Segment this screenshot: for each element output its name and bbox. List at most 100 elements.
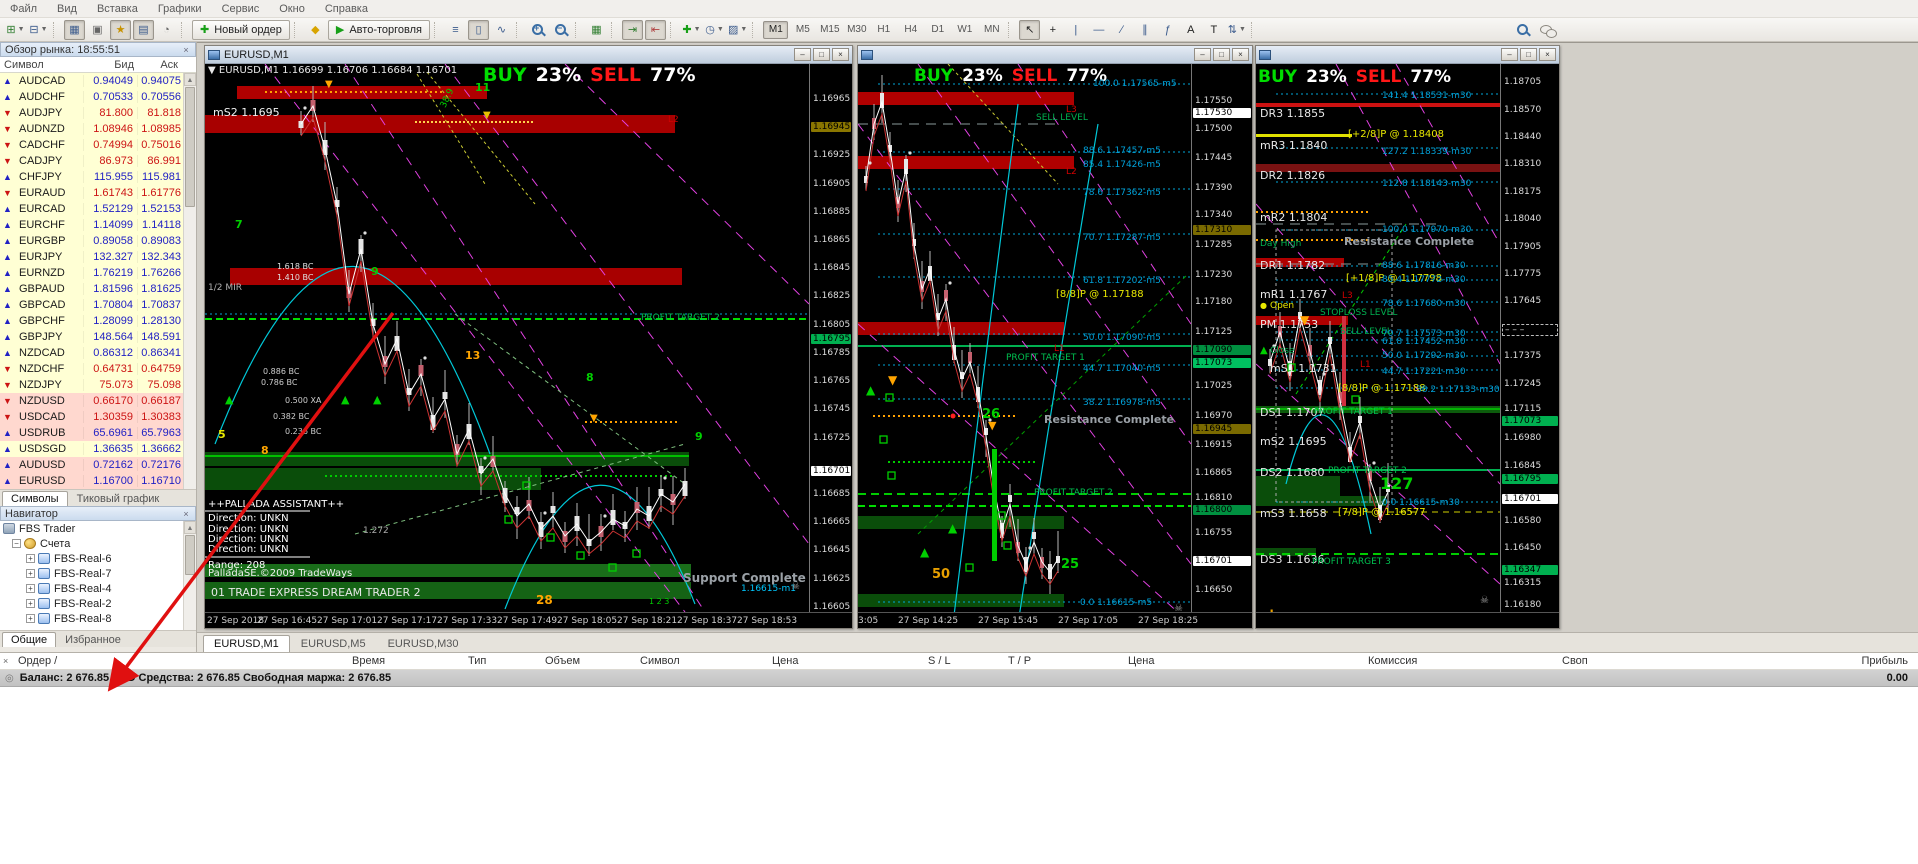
chart-plot-area[interactable]: BUY 23% SELL 77% ▼ EURUSD,M1 1.16699 1.16706…	[205, 64, 809, 612]
timeframe-H4[interactable]: H4	[898, 21, 923, 39]
auto-scroll-button[interactable]: ⇥	[621, 19, 643, 40]
close-button[interactable]: ×	[1232, 48, 1249, 61]
restore-button[interactable]: □	[1520, 48, 1537, 61]
market-watch-row-EURUSD[interactable]: EURUSD ▲ 1.16700 1.16710	[0, 473, 184, 489]
bar-chart-button[interactable]: ≡	[445, 20, 466, 40]
market-watch-row-AUDNZD[interactable]: AUDNZD ▼ 1.08946 1.08985	[0, 121, 184, 137]
market-watch-row-USDSGD[interactable]: USDSGD ▲ 1.36635 1.36662	[0, 441, 184, 457]
close-button[interactable]: ×	[832, 48, 849, 61]
timeframe-M30[interactable]: M30	[844, 21, 869, 39]
tree-item-FBS-Real-4[interactable]: + FBS-Real-4	[0, 581, 184, 596]
market-watch-row-NZDCAD[interactable]: NZDCAD ▲ 0.86312 0.86341	[0, 345, 184, 361]
close-icon[interactable]: ×	[181, 509, 191, 519]
terminal-column-9[interactable]: Цена	[1128, 655, 1154, 667]
column-bid[interactable]: Бид	[84, 59, 138, 71]
chart-window-titlebar[interactable]: – □ ×	[858, 46, 1252, 64]
timeframe-MN[interactable]: MN	[979, 21, 1004, 39]
chart-tab-EURUSD-M5[interactable]: EURUSD,M5	[290, 635, 377, 652]
timeframe-H1[interactable]: H1	[871, 21, 896, 39]
timeframe-M15[interactable]: M15	[817, 21, 842, 39]
timeframe-M5[interactable]: M5	[790, 21, 815, 39]
templates-button[interactable]: ▨ ▼	[727, 20, 748, 40]
terminal-column-4[interactable]: Объем	[545, 655, 580, 667]
tree-item-FBS-Real-2[interactable]: + FBS-Real-2	[0, 596, 184, 611]
new-chart-button[interactable]: ⊞ ▼	[5, 20, 26, 40]
expert-properties-button[interactable]: ◆	[305, 20, 326, 40]
market-watch-toggle[interactable]: ▦	[64, 19, 85, 40]
line-chart-button[interactable]: ∿	[491, 20, 512, 40]
zoom-out-button[interactable]: −	[550, 20, 571, 40]
close-icon[interactable]: ×	[181, 45, 191, 55]
tree-expander-icon[interactable]: +	[26, 569, 35, 578]
scroll-up-icon[interactable]: ▲	[184, 521, 196, 534]
menu-item-Файл[interactable]: Файл	[0, 3, 47, 15]
tile-windows-button[interactable]: ▦	[586, 20, 607, 40]
horizontal-line-button[interactable]: —	[1088, 20, 1109, 40]
terminal-column-12[interactable]: Прибыль	[1861, 655, 1908, 667]
market-watch-row-AUDJPY[interactable]: AUDJPY ▼ 81.800 81.818	[0, 105, 184, 121]
data-window-toggle[interactable]: ▣	[87, 20, 108, 40]
tab-navigator-1[interactable]: Общие	[2, 632, 57, 647]
tree-expander-icon[interactable]: +	[26, 554, 35, 563]
tree-expander-icon[interactable]: +	[26, 584, 35, 593]
label-button[interactable]: T	[1203, 20, 1224, 40]
scroll-up-icon[interactable]: ▲	[184, 73, 196, 86]
market-watch-row-CHFJPY[interactable]: CHFJPY ▲ 115.955 115.981	[0, 169, 184, 185]
market-watch-row-NZDCHF[interactable]: NZDCHF ▼ 0.64731 0.64759	[0, 361, 184, 377]
tree-expander-icon[interactable]: +	[26, 614, 35, 623]
market-watch-row-EURGBP[interactable]: EURGBP ▲ 0.89058 0.89083	[0, 233, 184, 249]
tree-expander-icon[interactable]: +	[26, 599, 35, 608]
terminal-column-8[interactable]: T / P	[1008, 655, 1031, 667]
market-watch-row-GBPCAD[interactable]: GBPCAD ▲ 1.70804 1.70837	[0, 297, 184, 313]
search-icon[interactable]	[1512, 20, 1533, 40]
tab-market-watch-1[interactable]: Символы	[2, 491, 68, 506]
profiles-button[interactable]: ⊟ ▼	[28, 20, 49, 40]
timeframe-D1[interactable]: D1	[925, 21, 950, 39]
indicators-button[interactable]: ✚ ▼	[681, 20, 702, 40]
menu-item-Окно[interactable]: Окно	[269, 3, 315, 15]
market-watch-row-NZDUSD[interactable]: NZDUSD ▼ 0.66170 0.66187	[0, 393, 184, 409]
market-watch-row-AUDCAD[interactable]: AUDCAD ▲ 0.94049 0.94075	[0, 73, 184, 89]
market-watch-row-EURCAD[interactable]: EURCAD ▲ 1.52129 1.52153	[0, 201, 184, 217]
market-watch-row-CADJPY[interactable]: CADJPY ▼ 86.973 86.991	[0, 153, 184, 169]
chart-tab-EURUSD-M1[interactable]: EURUSD,M1	[203, 635, 290, 652]
channel-button[interactable]: ∥	[1134, 20, 1155, 40]
minimize-button[interactable]: –	[794, 48, 811, 61]
tab-market-watch-2[interactable]: Тиковый график	[68, 491, 169, 506]
crosshair-button[interactable]: +	[1042, 20, 1063, 40]
column-ask[interactable]: Аск	[138, 59, 182, 71]
timeframe-M1[interactable]: M1	[763, 20, 789, 39]
market-watch-scrollbar[interactable]: ▲	[183, 73, 196, 489]
terminal-column-3[interactable]: Тип	[468, 655, 486, 667]
periods-button[interactable]: ◷ ▼	[704, 20, 725, 40]
menu-item-Графики[interactable]: Графики	[148, 3, 212, 15]
market-watch-row-EURNZD[interactable]: EURNZD ▲ 1.76219 1.76266	[0, 265, 184, 281]
chat-icon[interactable]	[1535, 20, 1557, 40]
menu-item-Вид[interactable]: Вид	[47, 3, 87, 15]
minimize-button[interactable]: –	[1501, 48, 1518, 61]
candlestick-button[interactable]: ▯	[467, 19, 489, 40]
market-watch-row-GBPCHF[interactable]: GBPCHF ▲ 1.28099 1.28130	[0, 313, 184, 329]
market-watch-row-USDCAD[interactable]: USDCAD ▼ 1.30359 1.30383	[0, 409, 184, 425]
market-watch-row-USDRUB[interactable]: USDRUB ▲ 65.6961 65.7963	[0, 425, 184, 441]
trendline-button[interactable]: ∕	[1111, 20, 1132, 40]
restore-button[interactable]: □	[813, 48, 830, 61]
autotrading-button[interactable]: ▶ Авто-торговля	[327, 19, 430, 40]
terminal-column-10[interactable]: Комиссия	[1368, 655, 1417, 667]
vertical-line-button[interactable]: |	[1065, 20, 1086, 40]
terminal-toggle[interactable]: ▤	[133, 19, 154, 40]
tab-navigator-2[interactable]: Избранное	[56, 632, 130, 647]
chart-plot-area[interactable]: BUY 23% SELL 77% 141.4 1.18531-m30 DR3 1.1855…	[1256, 64, 1500, 621]
minimize-button[interactable]: –	[1194, 48, 1211, 61]
menu-item-Вставка[interactable]: Вставка	[87, 3, 148, 15]
fibonacci-button[interactable]: ƒ	[1157, 20, 1178, 40]
strategy-tester-toggle[interactable]: ◔	[156, 20, 177, 40]
chart-window-titlebar[interactable]: – □ ×	[1256, 46, 1559, 64]
terminal-column-11[interactable]: Своп	[1562, 655, 1588, 667]
zoom-in-button[interactable]: +	[527, 20, 548, 40]
chart-shift-button[interactable]: ⇤	[644, 19, 666, 40]
terminal-column-7[interactable]: S / L	[928, 655, 951, 667]
tree-item-root[interactable]: FBS Trader	[0, 521, 184, 536]
text-button[interactable]: A	[1180, 20, 1201, 40]
tree-item-FBS-Real-7[interactable]: + FBS-Real-7	[0, 566, 184, 581]
